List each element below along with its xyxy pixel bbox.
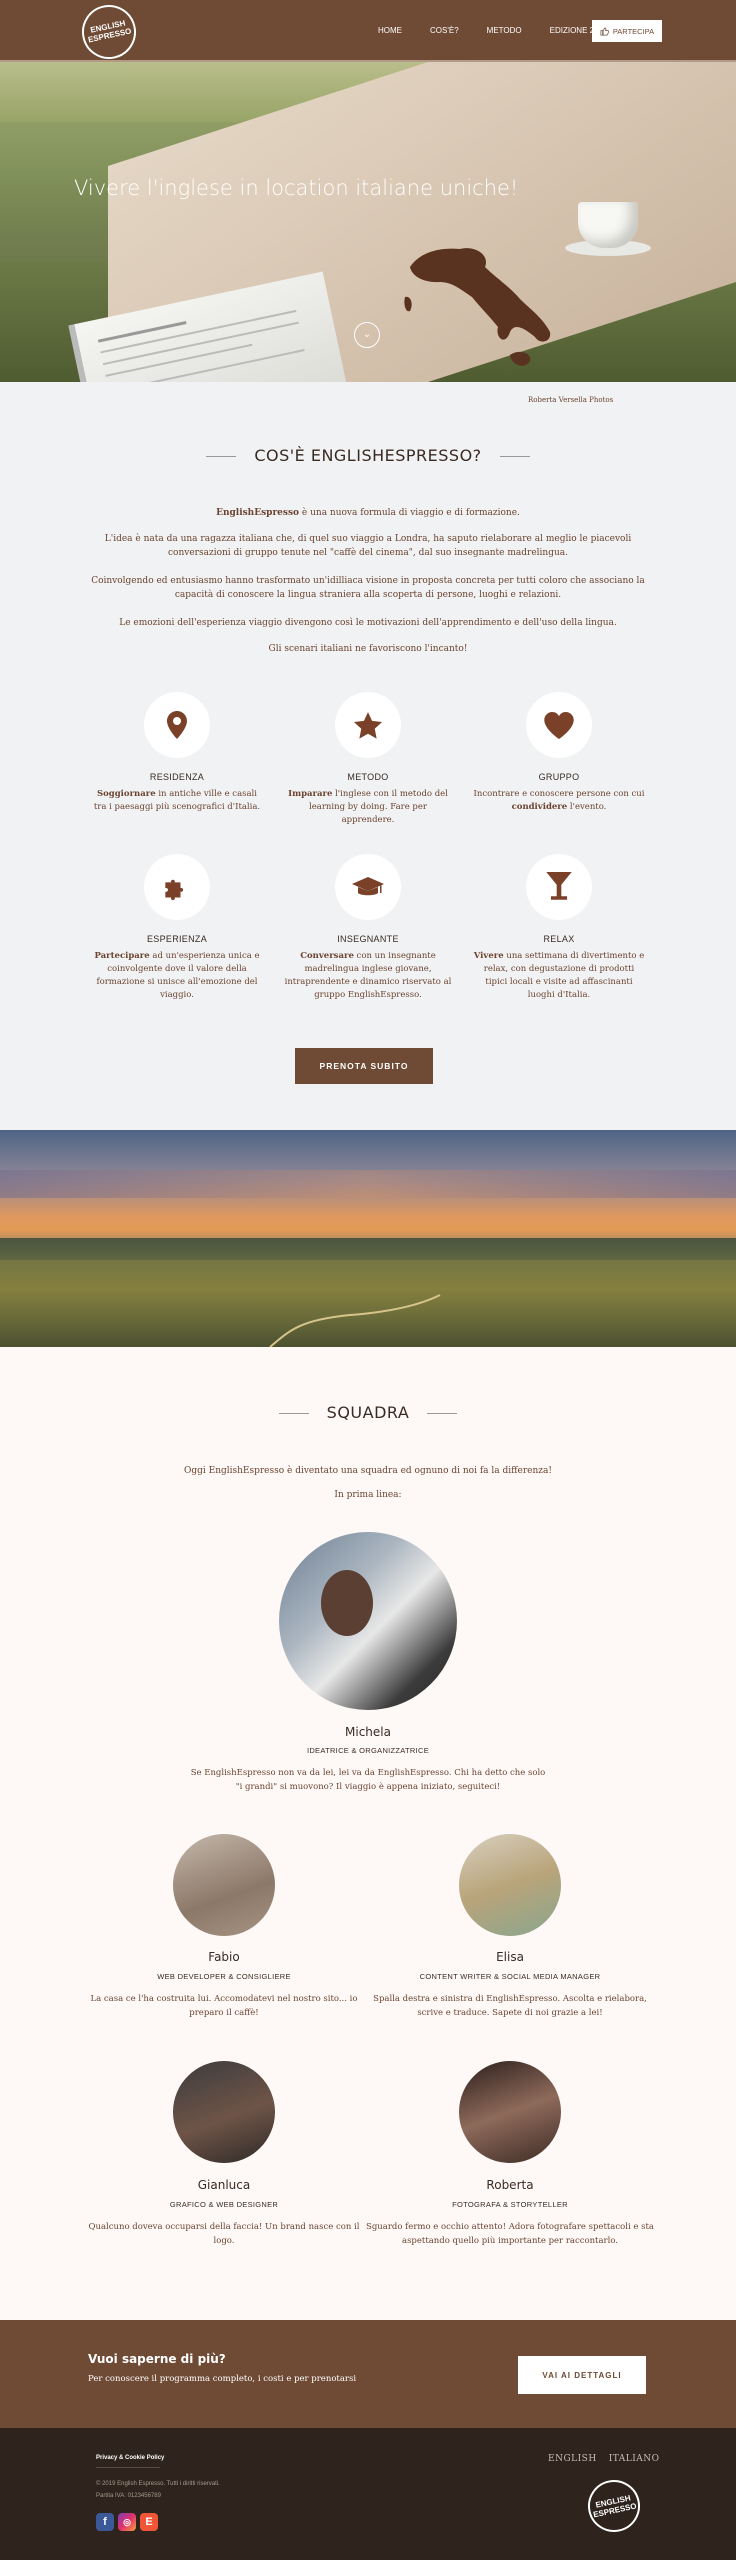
member-role-roberta: FOTOGRAFA & STORYTELLER [452, 2200, 568, 2209]
about-story: L'idea è nata da una ragazza italiana ch… [104, 534, 632, 558]
member-desc-elisa: Spalla destra e sinistra di EnglishEspre… [373, 1994, 647, 2018]
about-scenery: Gli scenari italiani ne favoriscono l'in… [268, 644, 468, 654]
feature-title-relax: RELAX [543, 934, 575, 944]
lang-english[interactable]: ENGLISH [548, 2454, 597, 2464]
feature-text: l'evento. [567, 802, 607, 812]
feature-bold: condividere [511, 802, 568, 812]
join-button[interactable]: PARTECIPA [592, 20, 662, 42]
member-desc-roberta: Sguardo fermo e occhio attento! Adora fo… [366, 2222, 654, 2246]
avatar-fabio [173, 1834, 275, 1936]
member-desc-michela: Se EnglishEspresso non va da lei, lei va… [190, 1768, 546, 1792]
clouds [0, 1170, 736, 1198]
nav-method[interactable]: METODO [487, 26, 522, 35]
about-emotions: Le emozioni dell'esperienza viaggio dive… [119, 618, 617, 628]
about-intro-text: è una nuova formula di viaggio e di form… [299, 508, 520, 518]
team-intro-2: In prima linea: [334, 1490, 402, 1500]
member-name-michela: Michela [345, 1725, 391, 1739]
chevron-down-icon[interactable]: ⌄ [354, 322, 380, 348]
photo-credit: Roberta Versella Photos [528, 396, 614, 404]
far-hills [0, 1238, 736, 1260]
map-pin-icon [144, 692, 210, 758]
member-role-michela: IDEATRICE & ORGANIZZATRICE [306, 1746, 430, 1755]
site-header: ENGLISH ESPRESSO HOME COS'È? METODO EDIZI… [0, 0, 736, 65]
brand-name: EnglishEspresso [216, 508, 300, 518]
about-title-text: COS'È ENGLISHESPRESSO? [254, 446, 482, 465]
join-label: PARTECIPA [612, 26, 655, 36]
feature-desc-residence: Soggiornare in antiche ville e casali tr… [91, 788, 263, 814]
member-name-roberta: Roberta [486, 2178, 534, 2192]
member-desc-fabio: La casa ce l'ha costruita lui. Accomodat… [90, 1994, 358, 2018]
book-now-button[interactable]: PRENOTA SUBITO [295, 1048, 433, 1084]
feature-bold: Conversare [300, 951, 354, 961]
heart-icon [526, 692, 592, 758]
member-desc-gianluca: Qualcuno doveva occuparsi della faccia! … [88, 2222, 360, 2246]
feature-text: una settimana di divertimento e relax, c… [483, 951, 645, 1000]
feature-bold: Soggiornare [96, 789, 156, 799]
copyright-text: © 2019 English Espresso. Tutti i diritti… [96, 2481, 220, 2487]
facebook-icon[interactable]: f [96, 2513, 114, 2531]
avatar-roberta [459, 2061, 561, 2163]
feature-title-experience: ESPERIENZA [146, 934, 207, 944]
cta-subtitle: Per conoscere il programma completo, i c… [88, 2374, 357, 2384]
avatar-elisa [459, 1834, 561, 1936]
nav-home[interactable]: HOME [378, 26, 402, 35]
about-title: COS'È ENGLISHESPRESSO? [0, 446, 736, 465]
member-role-fabio: WEB DEVELOPER & CONSIGLIERE [157, 1972, 291, 1981]
hero-title: Vivere l'inglese in location italiane un… [74, 176, 519, 200]
avatar-gianluca [173, 2061, 275, 2163]
graduation-cap-icon [335, 854, 401, 920]
member-role-elisa: CONTENT WRITER & SOCIAL MEDIA MANAGER [419, 1972, 601, 1981]
about-intro: EnglishEspresso è una nuova formula di v… [90, 506, 646, 520]
coffee-italy-map-image [404, 248, 551, 366]
about-enthusiasm: Coinvolgendo ed entusiasmo hanno trasfor… [91, 576, 645, 600]
nav-about[interactable]: COS'È? [430, 26, 459, 35]
feature-title-teacher: INSEGNANTE [337, 934, 399, 944]
team-intro: Oggi EnglishEspresso è diventato una squ… [183, 1466, 553, 1476]
espresso-cup-image [578, 202, 638, 248]
feature-bold: Partecipare [94, 951, 150, 961]
feature-bold: Vivere [473, 951, 504, 961]
feature-desc-group: Incontrare e conoscere persone con cui c… [473, 788, 645, 814]
feature-desc-method: Imparare l'inglese con il metodo del lea… [282, 788, 454, 827]
feature-title-group: GRUPPO [538, 772, 580, 782]
tuscany-landscape-image [0, 1130, 736, 1347]
details-button[interactable]: VAI AI DETTAGLI [518, 2356, 646, 2394]
privacy-link[interactable]: Privacy & Cookie Policy [96, 2455, 164, 2461]
footer-divider [96, 2467, 160, 2468]
lang-italian[interactable]: ITALIANO [609, 2454, 660, 2464]
site-logo[interactable]: ENGLISH ESPRESSO [76, 0, 142, 65]
cta-title: Vuoi saperne di più? [88, 2352, 226, 2366]
member-name-gianluca: Gianluca [197, 2178, 251, 2192]
instagram-icon[interactable]: ◎ [118, 2513, 136, 2531]
language-switcher: ENGLISH ITALIANO [548, 2454, 672, 2464]
feature-bold: Imparare [288, 789, 333, 799]
cocktail-icon [526, 854, 592, 920]
member-name-elisa: Elisa [496, 1950, 524, 1964]
team-title-text: SQUADRA [326, 1403, 410, 1422]
team-title: SQUADRA [0, 1403, 736, 1422]
vat-number: Partita IVA: 0123456789 [96, 2493, 161, 2499]
feature-desc-relax: Vivere una settimana di divertimento e r… [473, 950, 645, 1002]
puzzle-icon [144, 854, 210, 920]
member-role-gianluca: GRAFICO & WEB DESIGNER [169, 2200, 279, 2209]
feature-title-residence: RESIDENZA [149, 772, 205, 782]
feature-desc-teacher: Conversare con un insegnante madrelingua… [282, 950, 454, 1002]
thumbs-up-icon [600, 27, 609, 35]
feature-text: Incontrare e conoscere persone con cui [473, 789, 645, 799]
eventbrite-icon[interactable]: E [140, 2513, 158, 2531]
star-icon [335, 692, 401, 758]
feature-title-method: METODO [347, 772, 389, 782]
face-shape [321, 1570, 373, 1636]
member-name-fabio: Fabio [208, 1950, 240, 1964]
feature-desc-experience: Partecipare ad un'esperienza unica e coi… [91, 950, 263, 1002]
avatar-michela [279, 1532, 457, 1710]
cypress-road [269, 1294, 441, 1347]
